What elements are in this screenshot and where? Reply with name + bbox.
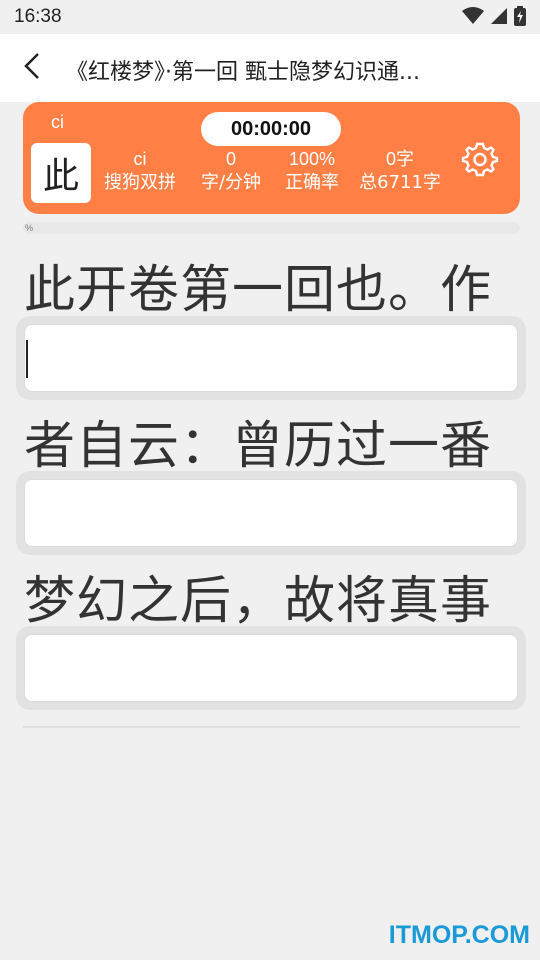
stats-card: ci 此 00:00:00 ci 搜狗双拼 0 字/分钟 100% 正确率 0字…	[23, 102, 520, 214]
battery-icon	[514, 6, 526, 30]
settings-button[interactable]	[461, 140, 499, 178]
total-count: 总6711字	[359, 172, 441, 193]
current-char-pinyin: ci	[51, 112, 64, 132]
scheme-label: 搜狗双拼	[104, 172, 176, 193]
passage-line-2: 者自云：曾历过一番	[24, 417, 493, 476]
line-3-input[interactable]	[24, 634, 518, 702]
wifi-icon	[462, 7, 484, 29]
progress-bar	[23, 222, 520, 234]
app-bar: 《红楼梦》·第一回 甄士隐梦幻识通...	[0, 34, 540, 102]
text-caret	[26, 340, 28, 378]
line-2-input[interactable]	[24, 479, 518, 547]
line-2-input-wrap	[16, 471, 526, 555]
status-bar: 16:38	[0, 0, 540, 34]
watermark: ITMOP.COM	[388, 921, 530, 949]
passage-line-3: 梦幻之后，故将真事	[24, 572, 493, 631]
timer: 00:00:00	[201, 112, 341, 146]
accuracy-stat: 100% 正确率	[277, 148, 347, 196]
status-time: 16:38	[14, 6, 62, 27]
back-button[interactable]	[14, 50, 50, 86]
current-char-box: 此	[31, 143, 91, 203]
accuracy-label: 正确率	[285, 172, 339, 193]
progress-label: %	[25, 223, 34, 233]
divider	[23, 726, 520, 728]
passage-line-1: 此开卷第一回也。作	[24, 261, 493, 320]
page-title: 《红楼梦》·第一回 甄士隐梦幻识通...	[66, 60, 420, 85]
line-1-input[interactable]	[24, 324, 518, 392]
speed-value: 0	[225, 149, 236, 169]
signal-icon	[490, 7, 508, 29]
typed-count: 0字	[385, 149, 414, 169]
speed-stat: 0 字/分钟	[193, 148, 269, 196]
speed-label: 字/分钟	[200, 172, 262, 193]
scheme-code: ci	[133, 149, 147, 169]
accuracy-value: 100%	[288, 149, 336, 169]
chevron-left-icon	[22, 52, 42, 84]
count-stat: 0字 总6711字	[353, 148, 447, 196]
scheme-stat[interactable]: ci 搜狗双拼	[97, 148, 183, 196]
gear-icon	[461, 142, 499, 182]
line-3-input-wrap	[16, 626, 526, 710]
line-1-input-wrap	[16, 316, 526, 400]
